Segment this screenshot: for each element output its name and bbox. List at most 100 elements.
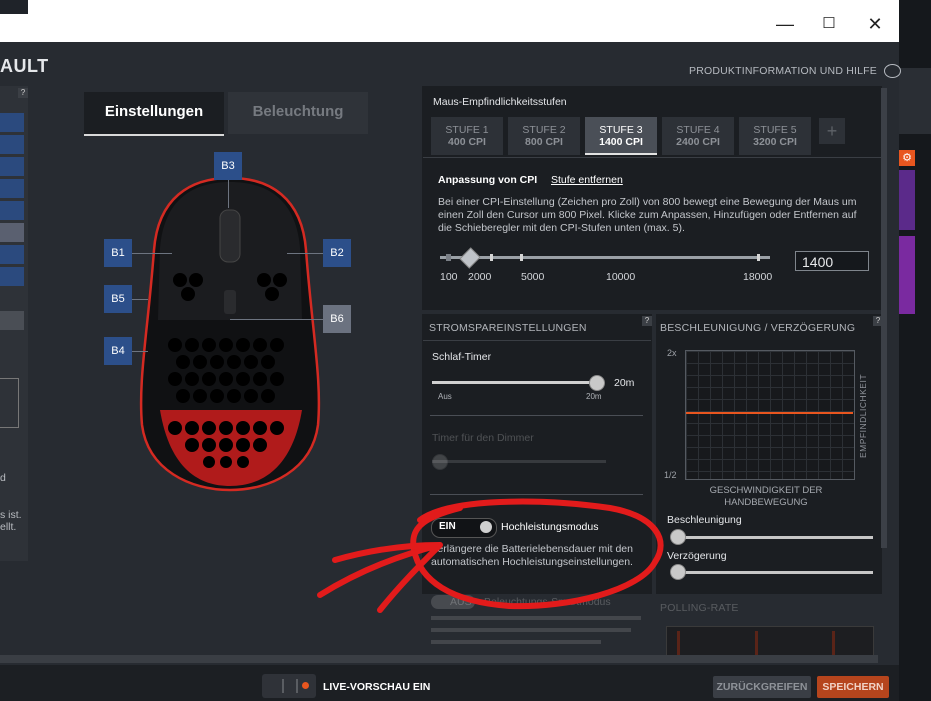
cpi-stage-marker[interactable] bbox=[490, 254, 493, 261]
cpi-tick: 100 bbox=[440, 271, 458, 283]
stage-label: STUFE 2 bbox=[522, 124, 566, 136]
profile-row[interactable] bbox=[0, 157, 24, 176]
graph-x-axis-label: GESCHWINDIGKEIT DER HANDBEWEGUNG bbox=[709, 485, 823, 508]
mouse-image bbox=[139, 176, 321, 492]
tab-beleuchtung[interactable]: Beleuchtung bbox=[228, 92, 368, 134]
stage-label: STUFE 5 bbox=[753, 124, 797, 136]
profile-row[interactable] bbox=[0, 113, 24, 132]
acceleration-track[interactable] bbox=[675, 536, 873, 539]
leader-line bbox=[132, 253, 172, 254]
cpi-stage-2[interactable]: STUFE 2 800 CPI bbox=[508, 117, 580, 155]
acceleration-graph bbox=[685, 350, 855, 480]
cpi-stage-5[interactable]: STUFE 5 3200 CPI bbox=[739, 117, 811, 155]
left-text-fragment: d bbox=[0, 472, 6, 484]
leader-line bbox=[287, 253, 323, 254]
profile-row[interactable] bbox=[0, 267, 24, 286]
stage-value: 2400 CPI bbox=[676, 136, 720, 148]
cpi-section-title: Maus-Empfindlichkeitsstufen bbox=[433, 96, 567, 108]
profile-row[interactable] bbox=[0, 245, 24, 264]
cpi-value-input[interactable]: 1400 bbox=[795, 251, 869, 271]
stage-value: 1400 CPI bbox=[599, 136, 643, 148]
profile-row[interactable] bbox=[0, 135, 24, 154]
add-stage-button[interactable]: + bbox=[819, 118, 845, 144]
stage-value: 800 CPI bbox=[525, 136, 563, 148]
stage-label: STUFE 4 bbox=[676, 124, 720, 136]
button-b3-label[interactable]: B3 bbox=[214, 152, 242, 180]
sleep-timer-label: Schlaf-Timer bbox=[432, 351, 492, 363]
leader-line bbox=[132, 299, 148, 300]
sleep-timer-handle[interactable] bbox=[589, 375, 605, 391]
left-text-fragment: s ist. bbox=[0, 509, 22, 521]
power-section-title: STROMSPAREINSTELLUNGEN bbox=[429, 322, 587, 334]
tab-einstellungen[interactable]: Einstellungen bbox=[84, 92, 224, 136]
button-b5-label[interactable]: B5 bbox=[104, 285, 132, 313]
sleep-timer-max: 20m bbox=[586, 392, 602, 401]
cpi-stage-marker[interactable] bbox=[520, 254, 523, 261]
vertical-scrollbar[interactable] bbox=[881, 88, 887, 548]
cpi-tick: 2000 bbox=[468, 271, 492, 283]
dimmer-timer-track[interactable] bbox=[432, 460, 606, 463]
stage-label: STUFE 3 bbox=[599, 124, 643, 136]
title-bar bbox=[0, 0, 899, 42]
cpi-tick: 18000 bbox=[743, 271, 773, 283]
maximize-button[interactable]: ☐ bbox=[814, 12, 844, 36]
product-info-link[interactable]: PRODUKTINFORMATION UND HILFE bbox=[689, 64, 902, 78]
live-preview-toggle[interactable] bbox=[262, 674, 316, 698]
cpi-tick: 10000 bbox=[606, 271, 636, 283]
profile-row[interactable] bbox=[0, 201, 24, 220]
stage-value: 400 CPI bbox=[448, 136, 486, 148]
cpi-description: Bei einer CPI-Einstellung (Zeichen pro Z… bbox=[438, 196, 857, 234]
cpi-stage-3[interactable]: STUFE 3 1400 CPI bbox=[585, 117, 657, 155]
live-preview-label: LIVE-VORSCHAU EIN bbox=[323, 681, 431, 693]
profile-row[interactable] bbox=[0, 223, 24, 242]
remove-stage-link[interactable]: Stufe entfernen bbox=[551, 174, 623, 186]
sleep-timer-track[interactable] bbox=[432, 381, 596, 384]
cpi-stage-4[interactable]: STUFE 4 2400 CPI bbox=[662, 117, 734, 155]
help-chat-icon bbox=[884, 64, 902, 78]
graph-y-bottom: 1/2 bbox=[664, 470, 677, 480]
close-button[interactable]: ✕ bbox=[860, 12, 890, 36]
title-bar-corner bbox=[0, 0, 28, 14]
cpi-adjust-label: Anpassung von CPI bbox=[438, 174, 538, 186]
button-b4-label[interactable]: B4 bbox=[104, 337, 132, 365]
dimmer-timer-label: Timer für den Dimmer bbox=[432, 432, 534, 444]
polling-rate-graph bbox=[666, 626, 874, 656]
dimmer-timer-handle[interactable] bbox=[432, 454, 448, 470]
cpi-stage-marker[interactable] bbox=[757, 254, 760, 261]
horizontal-scrollbar[interactable] bbox=[0, 655, 878, 663]
cpi-stage-1[interactable]: STUFE 1 400 CPI bbox=[431, 117, 503, 155]
annotation-circle bbox=[317, 498, 664, 613]
button-b1-label[interactable]: B1 bbox=[104, 239, 132, 267]
profile-card[interactable] bbox=[0, 378, 19, 428]
acceleration-curve bbox=[686, 412, 853, 414]
stage-value: 3200 CPI bbox=[753, 136, 797, 148]
profile-row[interactable] bbox=[0, 179, 24, 198]
graph-y-axis-label: EMPFINDLICHKEIT bbox=[858, 373, 868, 458]
deceleration-handle[interactable] bbox=[670, 564, 686, 580]
button-b6-label[interactable]: B6 bbox=[323, 305, 351, 333]
help-icon[interactable]: ? bbox=[18, 88, 28, 98]
cpi-tick: 5000 bbox=[521, 271, 545, 283]
cpi-stage-marker[interactable] bbox=[446, 254, 451, 261]
sleep-timer-min: Aus bbox=[438, 392, 452, 401]
sleep-timer-value: 20m bbox=[614, 377, 635, 389]
stage-label: STUFE 1 bbox=[445, 124, 489, 136]
deceleration-track[interactable] bbox=[675, 571, 873, 574]
revert-button[interactable]: ZURÜCKGREIFEN bbox=[713, 676, 811, 698]
acceleration-handle[interactable] bbox=[670, 529, 686, 545]
divider bbox=[423, 157, 881, 158]
profile-row[interactable] bbox=[0, 311, 24, 330]
background-window: ⚙ bbox=[899, 0, 931, 701]
faded-text bbox=[431, 640, 601, 644]
divider bbox=[430, 415, 643, 416]
leader-line bbox=[132, 351, 148, 352]
help-icon[interactable]: ? bbox=[642, 316, 652, 326]
save-button[interactable]: SPEICHERN bbox=[817, 676, 889, 698]
divider bbox=[423, 340, 651, 341]
minimize-button[interactable]: — bbox=[770, 12, 800, 36]
page-title: AULT bbox=[0, 56, 49, 76]
gear-icon: ⚙ bbox=[899, 150, 915, 166]
button-b2-label[interactable]: B2 bbox=[323, 239, 351, 267]
acceleration-label: Beschleunigung bbox=[667, 514, 742, 526]
polling-rate-title: POLLING-RATE bbox=[660, 602, 739, 614]
